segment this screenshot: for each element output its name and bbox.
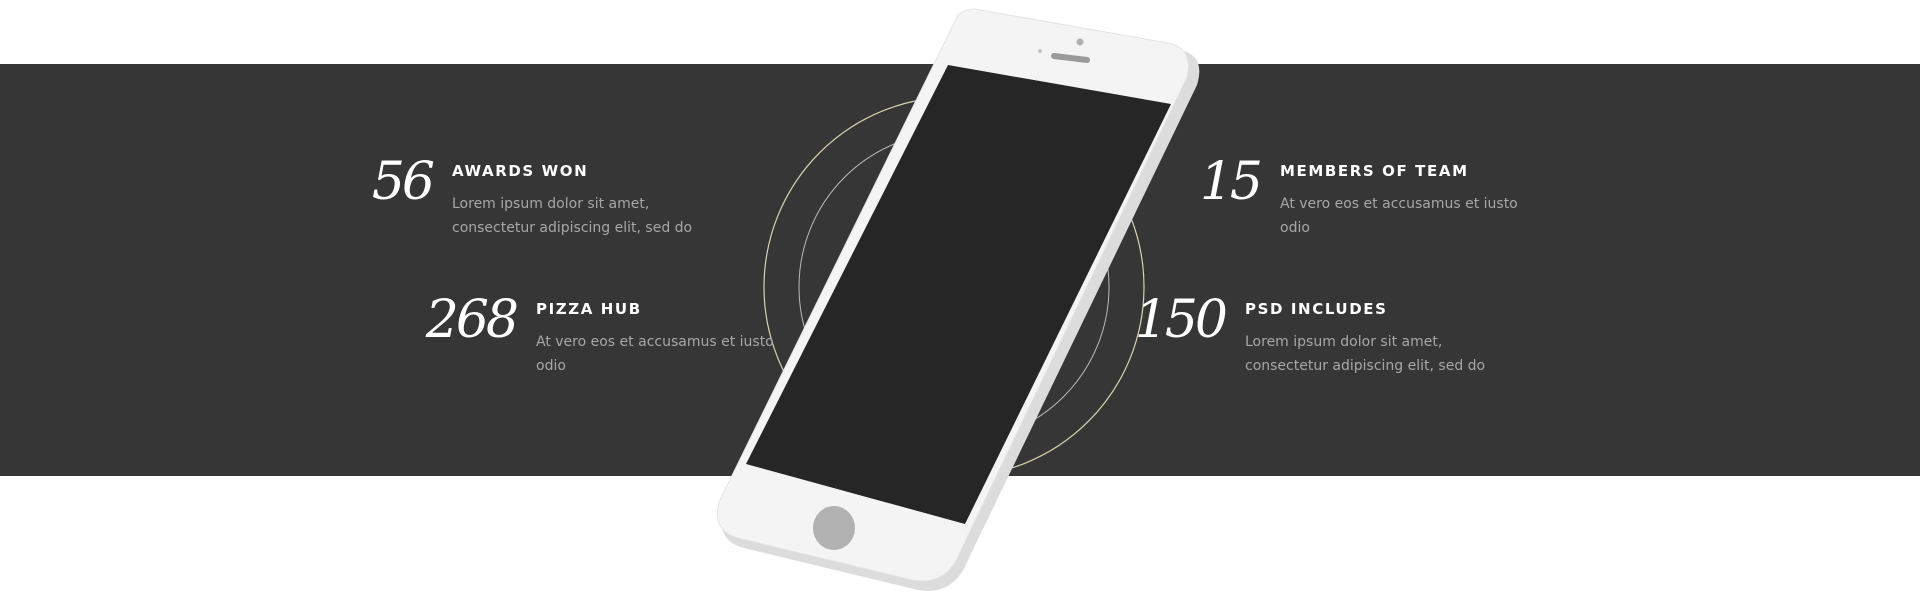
stat-title: AWARDS WON — [452, 162, 589, 180]
stat-description: Lorem ipsum dolor sit amet, consectetur … — [1245, 334, 1486, 374]
stat-members-of-team: 15 MEMBERS OF TEAM At vero eos et accusa… — [1200, 152, 1530, 240]
home-button-icon — [813, 506, 855, 550]
stat-description: Lorem ipsum dolor sit amet, consectetur … — [452, 196, 693, 236]
stat-number: 150 — [1134, 290, 1228, 350]
stat-title: PIZZA HUB — [536, 300, 642, 318]
stat-number: 268 — [425, 290, 519, 350]
stat-number: 56 — [371, 152, 435, 212]
stat-title: PSD INCLUDES — [1245, 300, 1388, 318]
stat-number: 15 — [1199, 152, 1263, 212]
phone-screen — [746, 65, 1171, 524]
front-camera-icon — [1076, 38, 1084, 46]
sensor-dot-icon — [1038, 49, 1042, 53]
stat-title: MEMBERS OF TEAM — [1280, 162, 1469, 180]
earpiece-icon — [1051, 53, 1090, 63]
stat-psd-includes: 150 PSD INCLUDES Lorem ipsum dolor sit a… — [1135, 290, 1495, 378]
stat-description: At vero eos et accusamus et iusto odio — [536, 334, 774, 374]
stat-pizza-hub: 268 PIZZA HUB At vero eos et accusamus e… — [426, 290, 786, 378]
stat-awards-won: 56 AWARDS WON Lorem ipsum dolor sit amet… — [372, 152, 702, 240]
stat-description: At vero eos et accusamus et iusto odio — [1280, 196, 1518, 236]
smartphone-mockup-icon — [717, 8, 1200, 591]
